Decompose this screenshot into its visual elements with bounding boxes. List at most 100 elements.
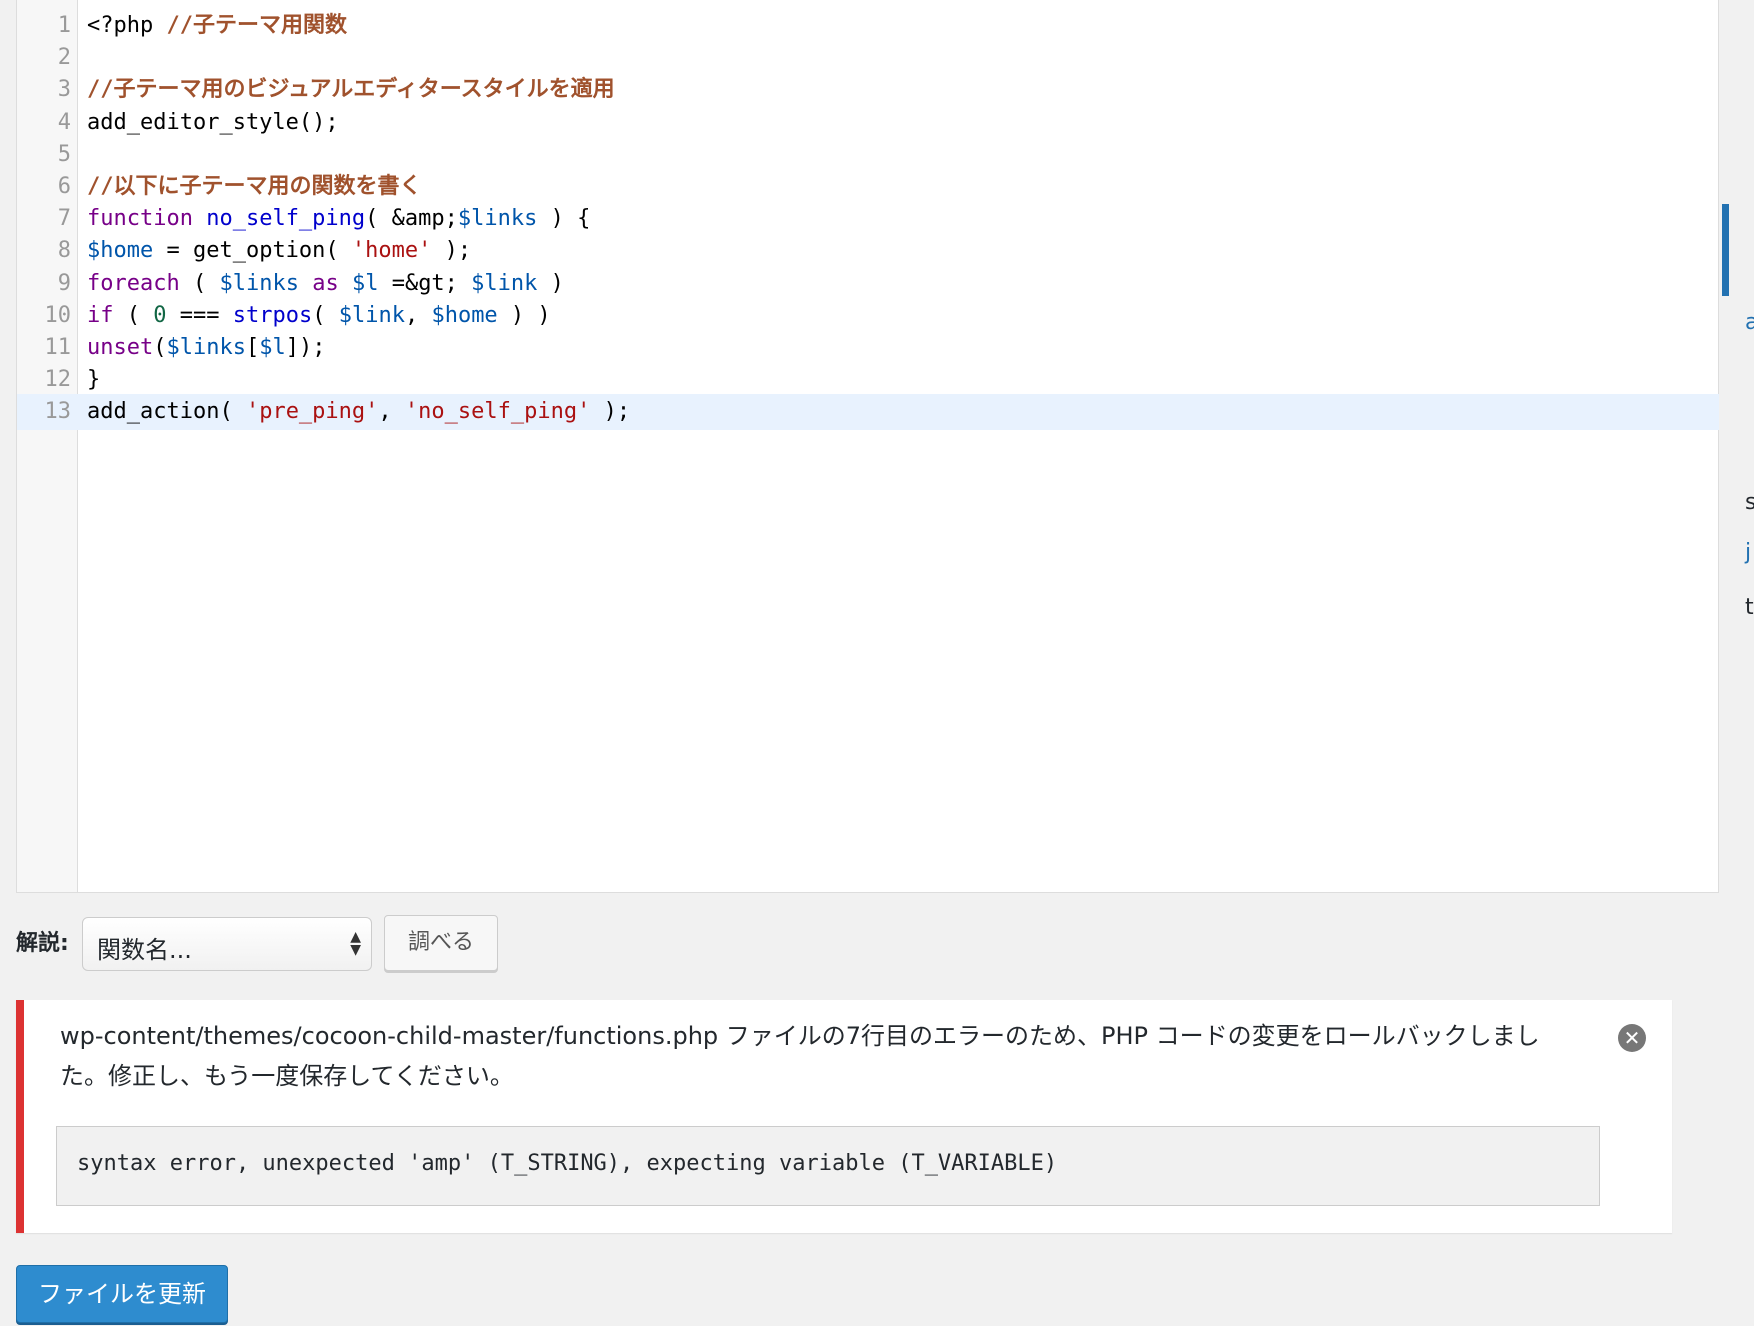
function-name-select[interactable]: 関数名... ▲ ▼: [82, 917, 372, 971]
sidebar-fragment-text: t: [1745, 595, 1754, 620]
code-line[interactable]: 4 add_editor_style();: [17, 105, 1719, 141]
code-line[interactable]: 5: [17, 137, 1719, 173]
code-editor[interactable]: 1 <?php //子テーマ用関数 2 3 //子テーマ用のビジュアルエディタースタイル…: [16, 0, 1719, 893]
code-token: foreach: [87, 270, 180, 296]
code-token: ,: [378, 399, 405, 425]
code-token: $home: [431, 302, 498, 328]
code-token: ) ): [497, 302, 551, 328]
update-file-button[interactable]: ファイルを更新: [16, 1265, 228, 1323]
code-token: $l: [351, 270, 379, 296]
code-text: if ( 0 === strpos( $link, $home ) ): [87, 298, 551, 334]
code-token: add_action(: [87, 399, 246, 425]
code-token: $links: [457, 206, 538, 232]
select-value: 関数名...: [97, 936, 192, 964]
code-token: (: [179, 270, 220, 296]
code-text: foreach ( $links as $l =&gt; $link ): [87, 266, 564, 302]
code-token: if: [87, 302, 114, 328]
code-token: ): [537, 270, 564, 296]
code-token: (: [153, 335, 167, 360]
code-token: $link: [471, 270, 538, 296]
code-token: //子テーマ用のビジュアルエディタースタイルを適用: [87, 77, 615, 103]
code-token: 'home': [351, 238, 432, 264]
sidebar-fragment-text: s: [1745, 490, 1754, 515]
code-token: <?php: [87, 13, 167, 38]
sidebar-fragment-link[interactable]: j: [1745, 540, 1751, 565]
line-number: 8: [57, 238, 71, 264]
documentation-label: 解説:: [16, 931, 69, 956]
code-text: //以下に子テーマ用の関数を書く: [87, 169, 422, 205]
code-line[interactable]: 9 foreach ( $links as $l =&gt; $link ): [17, 266, 1719, 302]
code-line[interactable]: 13 add_action( 'pre_ping', 'no_self_ping'…: [17, 394, 1719, 431]
code-text: unset($links[$l]);: [87, 330, 325, 366]
lookup-button[interactable]: 調べる: [384, 915, 498, 971]
code-token: as: [312, 270, 339, 296]
line-number: 3: [57, 77, 71, 103]
code-text: <?php //子テーマ用関数: [87, 8, 347, 44]
sidebar-active-indicator: [1722, 204, 1729, 296]
line-number: 1: [57, 13, 71, 38]
code-token: $home: [87, 238, 154, 264]
line-number: 2: [57, 45, 71, 71]
line-number: 7: [57, 206, 71, 232]
select-arrows-icon: ▲ ▼: [350, 929, 361, 958]
code-text: add_editor_style();: [87, 105, 339, 141]
code-token: 'no_self_ping': [404, 399, 591, 425]
code-token: (: [113, 302, 154, 328]
code-token: ) {: [537, 206, 591, 232]
code-token: = get_option(: [153, 238, 352, 264]
line-number: 4: [57, 109, 71, 135]
code-token: ]);: [285, 335, 326, 360]
code-token: unset: [87, 335, 154, 360]
code-line[interactable]: 8 $home = get_option( 'home' );: [17, 233, 1719, 269]
code-token: //子テーマ用関数: [166, 13, 347, 38]
code-token: $links: [219, 270, 299, 296]
code-text: }: [87, 362, 100, 398]
line-number: 12: [44, 367, 72, 393]
code-token: );: [431, 238, 472, 264]
close-circle-icon[interactable]: ✕: [1618, 1024, 1646, 1052]
code-line[interactable]: 12}: [17, 362, 1719, 398]
file-list-sidebar: [1722, 0, 1754, 893]
code-token: no_self_ping: [206, 206, 366, 232]
code-line[interactable]: 11 unset($links[$l]);: [17, 330, 1719, 366]
code-token: [: [245, 335, 260, 360]
code-line[interactable]: 6 //以下に子テーマ用の関数を書く: [17, 169, 1719, 205]
code-token: ===: [166, 302, 233, 328]
code-text: add_action( 'pre_ping', 'no_self_ping' )…: [87, 394, 630, 430]
code-token: 'pre_ping': [245, 399, 379, 425]
code-token: add_editor_style();: [87, 109, 339, 135]
code-token: strpos: [232, 302, 313, 328]
code-line[interactable]: 10 if ( 0 === strpos( $link, $home ) ): [17, 298, 1719, 334]
code-token: }: [87, 367, 101, 393]
code-line[interactable]: 3 //子テーマ用のビジュアルエディタースタイルを適用: [17, 72, 1719, 108]
code-token: );: [590, 399, 631, 425]
code-token: $links: [166, 335, 246, 360]
code-token: 0: [153, 302, 167, 328]
code-text: function no_self_ping( &amp;$links ) {: [87, 201, 590, 237]
code-line[interactable]: 1 <?php //子テーマ用関数: [17, 8, 1719, 44]
error-notice: wp-content/themes/cocoon-child-master/fu…: [16, 1000, 1672, 1233]
line-number: 9: [57, 270, 71, 296]
code-token: $l: [259, 335, 286, 360]
error-message: wp-content/themes/cocoon-child-master/fu…: [60, 1022, 1540, 1090]
line-number: 5: [57, 141, 71, 167]
code-line[interactable]: 2: [17, 40, 1719, 76]
code-token: ( &amp;: [365, 206, 458, 232]
line-number: 13: [44, 399, 72, 425]
code-text: //子テーマ用のビジュアルエディタースタイルを適用: [87, 72, 615, 108]
code-token: (: [312, 302, 339, 328]
code-token: =&gt;: [378, 270, 472, 296]
code-token: $link: [338, 302, 405, 328]
code-text: $home = get_option( 'home' );: [87, 233, 471, 269]
error-detail: syntax error, unexpected 'amp' (T_STRING…: [56, 1126, 1600, 1206]
line-number: 10: [44, 302, 72, 328]
line-number: 6: [57, 174, 71, 199]
code-line[interactable]: 7 function no_self_ping( &amp;$links ) {: [17, 201, 1719, 237]
code-token: ,: [404, 302, 432, 328]
line-number: 11: [44, 335, 72, 360]
code-token: function: [87, 206, 193, 232]
sidebar-fragment-link[interactable]: a: [1745, 310, 1754, 335]
